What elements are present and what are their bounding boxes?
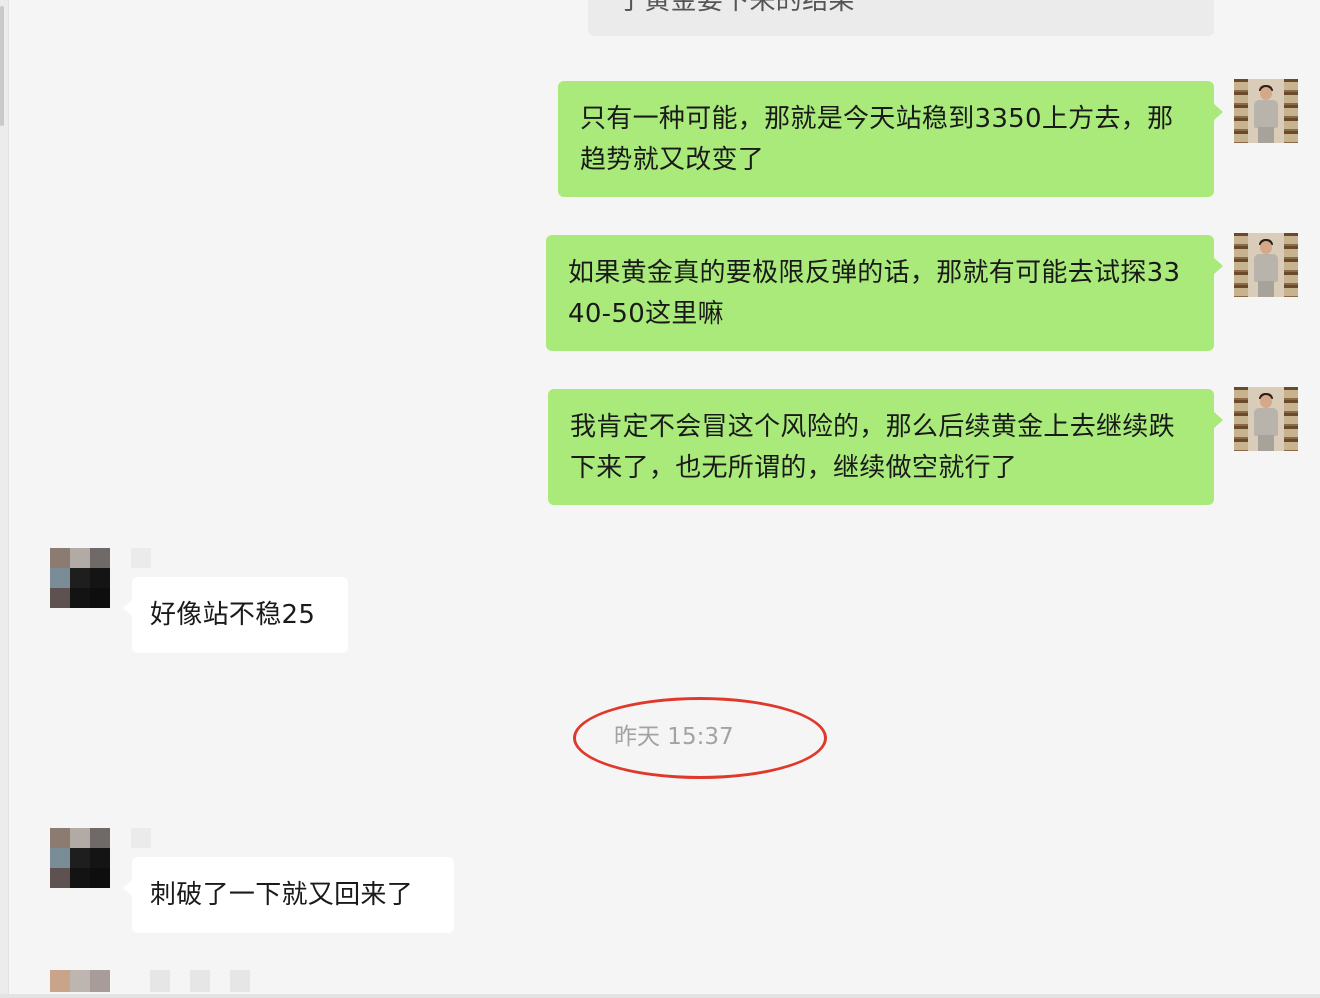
contact-name-blurred <box>131 548 151 568</box>
scrollbar-thumb[interactable] <box>0 6 4 126</box>
input-area-divider <box>0 994 1320 998</box>
message-bubble-received[interactable]: 刺破了一下就又回来了 <box>123 857 454 933</box>
message-text: 如果黄金真的要极限反弹的话，那就有可能去试探3340-50这里嘛 <box>568 258 1181 329</box>
sender-avatar[interactable] <box>1234 233 1298 297</box>
message-bubble-partial[interactable]: 了黄金要下来的结果 <box>588 0 1214 36</box>
message-text: 好像站不稳25 <box>150 600 316 630</box>
contact-avatar[interactable] <box>50 828 110 888</box>
message-bubble-sent[interactable]: 只有一种可能，那就是今天站稳到3350上方去，那趋势就又改变了 <box>558 81 1223 197</box>
sender-avatar[interactable] <box>1234 79 1298 143</box>
message-bubble-received[interactable]: 好像站不稳25 <box>123 577 348 653</box>
message-text: 了黄金要下来的结果 <box>618 0 855 16</box>
window-left-edge <box>0 0 9 998</box>
message-timestamp: 昨天 15:37 <box>614 724 734 750</box>
contact-avatar[interactable] <box>50 548 110 608</box>
message-text: 刺破了一下就又回来了 <box>150 880 414 910</box>
contact-name-blurred <box>131 828 151 848</box>
message-text: 只有一种可能，那就是今天站稳到3350上方去，那趋势就又改变了 <box>580 104 1174 175</box>
message-bubble-sent[interactable]: 我肯定不会冒这个风险的，那么后续黄金上去继续跌下来了，也无所谓的，继续做空就行了 <box>548 389 1223 505</box>
sender-avatar[interactable] <box>1234 387 1298 451</box>
message-bubble-sent[interactable]: 如果黄金真的要极限反弹的话，那就有可能去试探3340-50这里嘛 <box>546 235 1223 351</box>
chat-message-area[interactable]: 了黄金要下来的结果 只有一种可能，那就是今天站稳到3350上方去，那趋势就又改变… <box>0 0 1320 998</box>
message-text: 我肯定不会冒这个风险的，那么后续黄金上去继续跌下来了，也无所谓的，继续做空就行了 <box>570 412 1175 483</box>
